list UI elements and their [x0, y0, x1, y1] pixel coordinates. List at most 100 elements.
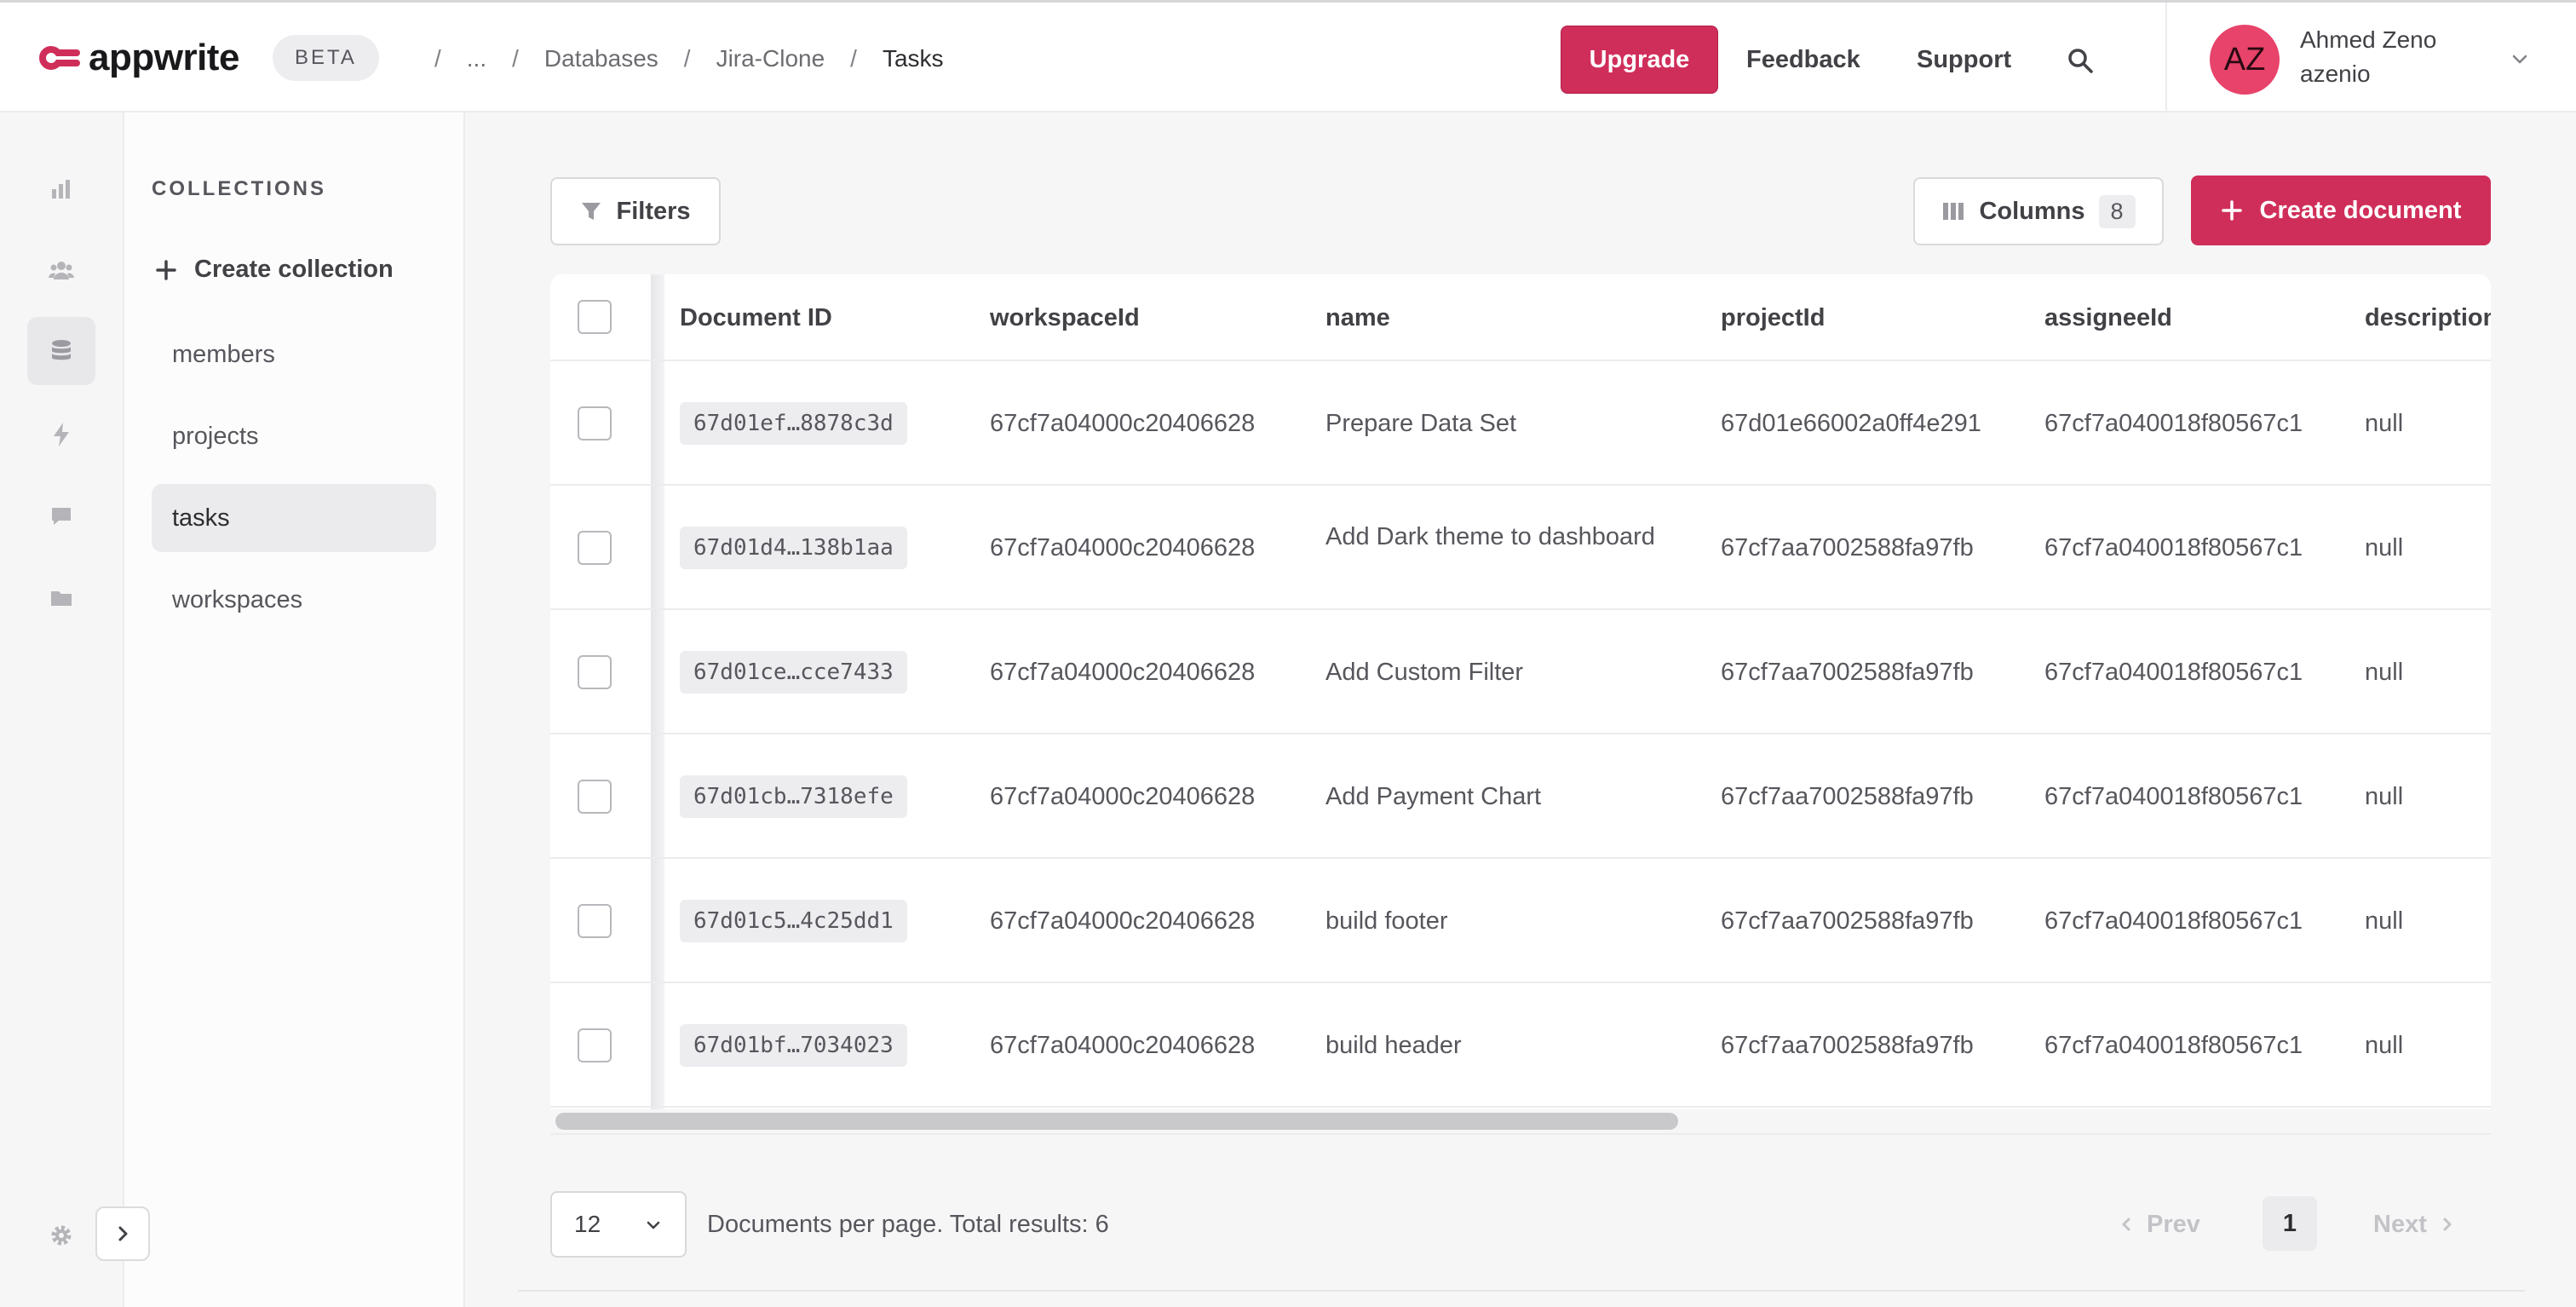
chevron-down-icon: [647, 1221, 660, 1229]
document-id-chip[interactable]: 67d01bf…7034023: [680, 1024, 907, 1067]
collections-heading: COLLECTIONS: [152, 177, 326, 200]
support-button[interactable]: Support: [1917, 26, 2011, 94]
workspace-id-cell: 67cf7a04000c20406628: [990, 782, 1256, 810]
name-cell: Prepare Data Set: [1325, 409, 1517, 437]
workspace-id-cell: 67cf7a04000c20406628: [990, 658, 1256, 686]
page-number-button[interactable]: 1: [2263, 1196, 2317, 1251]
gear-icon: [51, 1225, 72, 1246]
row-checkbox[interactable]: [578, 780, 612, 814]
column-header-project-id[interactable]: projectId: [1721, 274, 1825, 361]
description-cell: null: [2365, 1031, 2404, 1059]
databases-icon: [52, 340, 71, 360]
collection-item-tasks[interactable]: tasks: [152, 484, 436, 552]
header-divider: [2165, 3, 2167, 113]
workspace-id-cell: 67cf7a04000c20406628: [990, 409, 1256, 437]
create-collection-button[interactable]: Create collection: [155, 256, 394, 284]
databases-nav[interactable]: [27, 317, 95, 385]
settings-nav[interactable]: [27, 1201, 95, 1270]
messaging-icon: [52, 508, 71, 525]
beta-badge: BETA: [273, 35, 379, 81]
breadcrumb-database[interactable]: Jira-Clone: [716, 45, 825, 72]
breadcrumb-separator: /: [434, 45, 441, 72]
filters-button[interactable]: Filters: [550, 177, 721, 245]
workspace-id-cell: 67cf7a04000c20406628: [990, 1031, 1256, 1059]
per-page-select[interactable]: 12: [550, 1191, 687, 1258]
document-id-chip[interactable]: 67d01ef…8878c3d: [680, 402, 907, 445]
table-row[interactable]: 67d01d4…138b1aa 67cf7a04000c20406628 Add…: [550, 486, 2491, 610]
table-row[interactable]: 67d01bf…7034023 67cf7a04000c20406628 bui…: [550, 983, 2491, 1108]
breadcrumb: / ... / Databases / Jira-Clone / Tasks: [409, 3, 944, 115]
row-checkbox[interactable]: [578, 904, 612, 938]
assignee-id-cell: 67cf7a040018f80567c1: [2044, 782, 2303, 810]
breadcrumb-ellipsis[interactable]: ...: [467, 45, 486, 72]
feedback-button[interactable]: Feedback: [1746, 26, 1860, 94]
collection-item-members[interactable]: members: [152, 320, 436, 389]
auth-nav[interactable]: [27, 237, 95, 305]
row-checkbox[interactable]: [578, 531, 612, 565]
assignee-id-cell: 67cf7a040018f80567c1: [2044, 533, 2303, 561]
filters-label: Filters: [616, 197, 691, 225]
logo-text: appwrite: [89, 37, 239, 78]
table-row[interactable]: 67d01ef…8878c3d 67cf7a04000c20406628 Pre…: [550, 361, 2491, 486]
columns-icon: [1943, 203, 1964, 220]
column-header-document-id[interactable]: Document ID: [680, 274, 832, 361]
breadcrumb-separator: /: [850, 45, 857, 72]
chevron-down-icon[interactable]: [2510, 49, 2530, 69]
collections-panel: COLLECTIONS Create collection members pr…: [124, 112, 465, 1307]
description-cell: null: [2365, 409, 2404, 437]
create-collection-label: Create collection: [194, 256, 394, 283]
next-page-button[interactable]: Next: [2373, 1191, 2456, 1258]
breadcrumb-databases[interactable]: Databases: [544, 45, 658, 72]
chevron-right-icon: [2443, 1218, 2452, 1231]
overview-nav[interactable]: [27, 155, 95, 223]
table-header: Document ID workspaceId name projectId a…: [550, 274, 2491, 361]
name-cell: Add Dark theme to dashboard: [1325, 523, 1655, 550]
horizontal-scrollbar[interactable]: [555, 1113, 2491, 1130]
column-header-description[interactable]: description: [2365, 274, 2491, 361]
name-cell: build header: [1325, 1031, 1462, 1059]
appwrite-logo[interactable]: appwrite: [39, 37, 239, 79]
user-name[interactable]: Ahmed Zeno: [2300, 26, 2436, 54]
columns-button[interactable]: Columns 8: [1913, 177, 2164, 245]
functions-nav[interactable]: [27, 400, 95, 469]
messaging-nav[interactable]: [27, 482, 95, 550]
expand-sidebar-button[interactable]: [95, 1206, 150, 1261]
select-all-checkbox[interactable]: [578, 300, 612, 334]
workspace-id-cell: 67cf7a04000c20406628: [990, 533, 1256, 561]
description-cell: null: [2365, 782, 2404, 810]
results-summary: Documents per page. Total results: 6: [707, 1210, 1109, 1238]
storage-icon: [51, 591, 72, 606]
collection-item-projects[interactable]: projects: [152, 402, 436, 470]
footer-divider: [518, 1290, 2525, 1292]
row-checkbox[interactable]: [578, 406, 612, 440]
table-row[interactable]: 67d01cb…7318efe 67cf7a04000c20406628 Add…: [550, 734, 2491, 859]
create-document-button[interactable]: Create document: [2191, 176, 2491, 245]
document-id-chip[interactable]: 67d01cb…7318efe: [680, 775, 907, 818]
column-header-name[interactable]: name: [1325, 274, 1390, 361]
collection-item-workspaces[interactable]: workspaces: [152, 566, 436, 634]
document-id-chip[interactable]: 67d01d4…138b1aa: [680, 527, 907, 569]
column-header-assignee-id[interactable]: assigneeId: [2044, 274, 2172, 361]
avatar[interactable]: AZ: [2210, 25, 2280, 95]
assignee-id-cell: 67cf7a040018f80567c1: [2044, 658, 2303, 686]
storage-nav[interactable]: [27, 564, 95, 632]
project-id-cell: 67cf7aa7002588fa97fb: [1721, 658, 1974, 686]
scrollbar-thumb[interactable]: [555, 1113, 1678, 1130]
document-id-chip[interactable]: 67d01c5…4c25dd1: [680, 900, 907, 942]
project-id-cell: 67cf7aa7002588fa97fb: [1721, 1031, 1974, 1059]
upgrade-button[interactable]: Upgrade: [1561, 26, 1718, 94]
breadcrumb-current: Tasks: [882, 45, 944, 72]
column-header-workspace-id[interactable]: workspaceId: [990, 274, 1140, 361]
row-checkbox[interactable]: [578, 655, 612, 689]
description-cell: null: [2365, 907, 2404, 935]
row-checkbox[interactable]: [578, 1028, 612, 1062]
prev-page-button[interactable]: Prev: [2118, 1191, 2200, 1258]
table-row[interactable]: 67d01c5…4c25dd1 67cf7a04000c20406628 bui…: [550, 859, 2491, 983]
next-label: Next: [2373, 1210, 2427, 1238]
search-icon[interactable]: [2065, 45, 2096, 76]
table-row[interactable]: 67d01ce…cce7433 67cf7a04000c20406628 Add…: [550, 610, 2491, 734]
user-org[interactable]: azenio: [2300, 60, 2371, 88]
top-header: appwrite BETA / ... / Databases / Jira-C…: [0, 0, 2576, 115]
description-cell: null: [2365, 533, 2404, 561]
document-id-chip[interactable]: 67d01ce…cce7433: [680, 651, 907, 694]
